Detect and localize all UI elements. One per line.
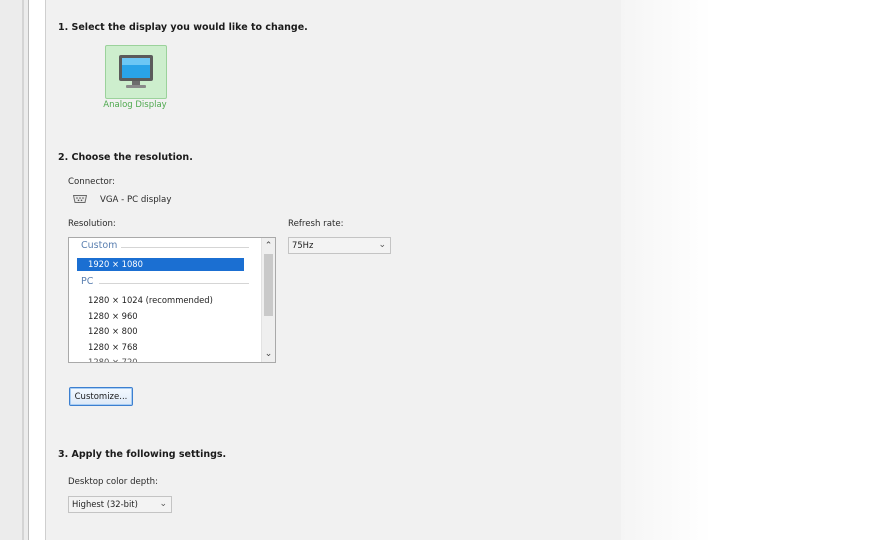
- resolution-scrollbar[interactable]: ⌃ ⌄: [261, 238, 275, 362]
- color-depth-label: Desktop color depth:: [68, 477, 158, 487]
- refresh-rate-dropdown[interactable]: 75Hz ⌄: [288, 237, 391, 254]
- vga-connector-icon: [73, 195, 87, 203]
- group-header-custom: Custom: [81, 240, 118, 251]
- step2-heading: 2. Choose the resolution.: [58, 152, 193, 163]
- monitor-icon: [119, 55, 153, 88]
- refresh-rate-value: 75Hz: [292, 240, 314, 250]
- resolution-item[interactable]: 1280 × 1024 (recommended): [77, 294, 244, 307]
- resolution-item-selected[interactable]: 1920 × 1080: [77, 258, 244, 271]
- connector-value: VGA - PC display: [100, 195, 172, 205]
- resolution-label: Resolution:: [68, 219, 116, 229]
- group-divider: [121, 247, 249, 248]
- resolution-item[interactable]: 1280 × 960: [77, 310, 244, 323]
- connector-label: Connector:: [68, 177, 116, 187]
- group-divider: [99, 283, 249, 284]
- chevron-down-icon: ⌄: [159, 499, 167, 509]
- right-background: [621, 0, 880, 540]
- color-depth-dropdown[interactable]: Highest (32-bit) ⌄: [68, 496, 172, 513]
- refresh-rate-label: Refresh rate:: [288, 219, 344, 229]
- left-window-border: [0, 0, 29, 540]
- chevron-down-icon: ⌄: [378, 240, 386, 250]
- step3-heading: 3. Apply the following settings.: [58, 449, 227, 460]
- resolution-item[interactable]: 1280 × 720: [77, 356, 244, 362]
- resolution-list[interactable]: Custom 1920 × 1080 PC 1280 × 1024 (recom…: [68, 237, 276, 363]
- customize-button[interactable]: Customize...: [69, 387, 133, 406]
- scroll-down-icon[interactable]: ⌄: [262, 347, 275, 361]
- display-name-label: Analog Display: [103, 100, 167, 110]
- resolution-item[interactable]: 1280 × 800: [77, 325, 244, 338]
- group-header-pc: PC: [81, 276, 94, 287]
- color-depth-value: Highest (32-bit): [72, 499, 138, 509]
- resolution-item[interactable]: 1280 × 768: [77, 341, 244, 354]
- step1-heading: 1. Select the display you would like to …: [58, 22, 308, 33]
- scroll-up-icon[interactable]: ⌃: [262, 239, 275, 253]
- display-tile-analog[interactable]: [105, 45, 167, 99]
- scroll-thumb[interactable]: [264, 254, 273, 316]
